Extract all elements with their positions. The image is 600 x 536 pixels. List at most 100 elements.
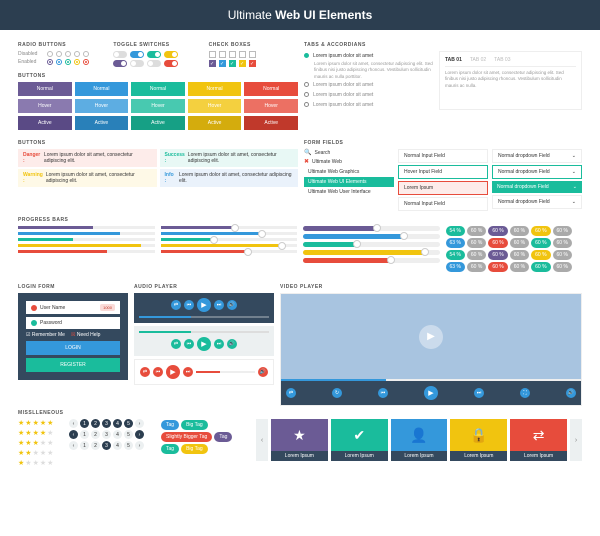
carousel-next[interactable]: › xyxy=(570,419,582,461)
dropdown[interactable]: Normal dropdown Field⌄ xyxy=(492,165,582,179)
radio[interactable] xyxy=(56,51,62,57)
tab[interactable]: TAB 02 xyxy=(470,57,486,63)
close-icon[interactable]: ✖ xyxy=(304,158,309,165)
pager-next[interactable]: › xyxy=(135,441,144,450)
button-active[interactable]: Active xyxy=(244,116,298,130)
pager-page[interactable]: 1 xyxy=(80,441,89,450)
tag[interactable]: Big Tag xyxy=(181,444,208,454)
checkbox[interactable] xyxy=(249,51,256,58)
button-hover[interactable]: Hover xyxy=(244,99,298,113)
pager-page[interactable]: 2 xyxy=(91,441,100,450)
shuffle-icon[interactable]: ⇄ xyxy=(140,367,150,377)
pager-page[interactable]: 4 xyxy=(113,430,122,439)
prev-icon[interactable]: ⏮ xyxy=(184,300,194,310)
button-hover[interactable]: Hover xyxy=(75,99,129,113)
shuffle-icon[interactable]: ⇄ xyxy=(171,300,181,310)
input-field[interactable]: Hover Input Field xyxy=(398,165,488,179)
fullscreen-icon[interactable]: ⛶ xyxy=(520,388,530,398)
remember-checkbox[interactable]: ☑ Remember Me xyxy=(26,332,65,338)
radio[interactable] xyxy=(56,59,62,65)
toggle[interactable] xyxy=(147,51,161,58)
checkbox[interactable] xyxy=(239,60,246,67)
next-icon[interactable]: ⏭ xyxy=(474,388,484,398)
slider[interactable] xyxy=(303,258,440,263)
toggle[interactable] xyxy=(164,51,178,58)
dropdown[interactable]: Normal dropdown Field⌄ xyxy=(492,181,582,193)
button-active[interactable]: Active xyxy=(188,116,242,130)
tag[interactable]: Slightly Bigger Tag xyxy=(161,432,212,442)
radio[interactable] xyxy=(83,51,89,57)
toggle[interactable] xyxy=(113,60,127,67)
pager-prev[interactable]: ‹ xyxy=(69,419,78,428)
tab[interactable]: TAB 03 xyxy=(494,57,510,63)
play-icon[interactable]: ▶ xyxy=(419,325,443,349)
radio[interactable] xyxy=(47,59,53,65)
rating[interactable]: ★★★★★ xyxy=(18,439,63,447)
search-input[interactable]: Search xyxy=(314,150,330,156)
volume-icon[interactable]: 🔊 xyxy=(258,367,268,377)
rating[interactable]: ★★★★★ xyxy=(18,419,63,427)
pager-page[interactable]: 4 xyxy=(113,441,122,450)
pager-page[interactable]: 2 xyxy=(91,419,100,428)
play-icon[interactable]: ▶ xyxy=(424,386,438,400)
prev-icon[interactable]: ⏮ xyxy=(184,339,194,349)
seek-bar[interactable] xyxy=(139,316,269,318)
tag[interactable]: Tag xyxy=(214,432,232,442)
button-normal[interactable]: Normal xyxy=(75,82,129,96)
shuffle-icon[interactable]: ⇄ xyxy=(286,388,296,398)
tab[interactable]: TAB 01 xyxy=(445,57,462,63)
carousel-item[interactable]: 🔒Lorem Ipsum xyxy=(450,419,507,461)
slider[interactable] xyxy=(161,232,298,235)
radio[interactable] xyxy=(74,51,80,57)
prev-icon[interactable]: ⏮ xyxy=(378,388,388,398)
slider[interactable] xyxy=(161,244,298,247)
toggle[interactable] xyxy=(147,60,161,67)
button-active[interactable]: Active xyxy=(75,116,129,130)
button-hover[interactable]: Hover xyxy=(188,99,242,113)
volume-icon[interactable]: 🔊 xyxy=(566,388,576,398)
shuffle-icon[interactable]: ⇄ xyxy=(171,339,181,349)
pager-page[interactable]: 3 xyxy=(102,419,111,428)
pager-page[interactable]: 5 xyxy=(124,419,133,428)
slider[interactable] xyxy=(161,250,298,253)
button-active[interactable]: Active xyxy=(131,116,185,130)
video-screen[interactable]: ▶ xyxy=(281,294,581,379)
password-input[interactable]: Password xyxy=(26,317,120,329)
username-input[interactable]: User Name1000 xyxy=(26,301,120,314)
next-icon[interactable]: ⏭ xyxy=(183,367,193,377)
pager-page[interactable]: 5 xyxy=(124,430,133,439)
checkbox[interactable] xyxy=(219,51,226,58)
button-hover[interactable]: Hover xyxy=(131,99,185,113)
accordion-dot-icon[interactable] xyxy=(304,92,309,97)
dropdown[interactable]: Normal dropdown Field⌄ xyxy=(492,149,582,163)
accordion-dot-icon[interactable] xyxy=(304,102,309,107)
autocomplete-item[interactable]: Ultimate Web User Interface xyxy=(304,187,394,197)
rating[interactable]: ★★★★★ xyxy=(18,459,63,467)
rating[interactable]: ★★★★★ xyxy=(18,449,63,457)
play-icon[interactable]: ▶ xyxy=(197,298,211,312)
input-field[interactable]: Normal Input Field xyxy=(398,149,488,163)
seek-bar[interactable] xyxy=(281,379,581,381)
next-icon[interactable]: ⏭ xyxy=(214,300,224,310)
slider[interactable] xyxy=(303,242,440,247)
accordion-dot-icon[interactable] xyxy=(304,53,309,58)
input-field[interactable]: Lorem Ipsum xyxy=(398,181,488,195)
toggle[interactable] xyxy=(113,51,127,58)
tag[interactable]: Tag xyxy=(161,444,179,454)
autocomplete-item[interactable]: Ultimate Web Graphics xyxy=(304,167,394,177)
toggle[interactable] xyxy=(130,51,144,58)
checkbox[interactable] xyxy=(249,60,256,67)
pager-page[interactable]: 1 xyxy=(80,430,89,439)
slider[interactable] xyxy=(303,234,440,239)
seek-bar[interactable] xyxy=(139,331,269,333)
radio[interactable] xyxy=(74,59,80,65)
checkbox[interactable] xyxy=(209,51,216,58)
button-active[interactable]: Active xyxy=(18,116,72,130)
pager-page[interactable]: 5 xyxy=(124,441,133,450)
checkbox[interactable] xyxy=(229,51,236,58)
button-normal[interactable]: Normal xyxy=(18,82,72,96)
rating[interactable]: ★★★★★ xyxy=(18,429,63,437)
carousel-prev[interactable]: ‹ xyxy=(256,419,268,461)
checkbox[interactable] xyxy=(229,60,236,67)
volume-icon[interactable]: 🔊 xyxy=(227,300,237,310)
